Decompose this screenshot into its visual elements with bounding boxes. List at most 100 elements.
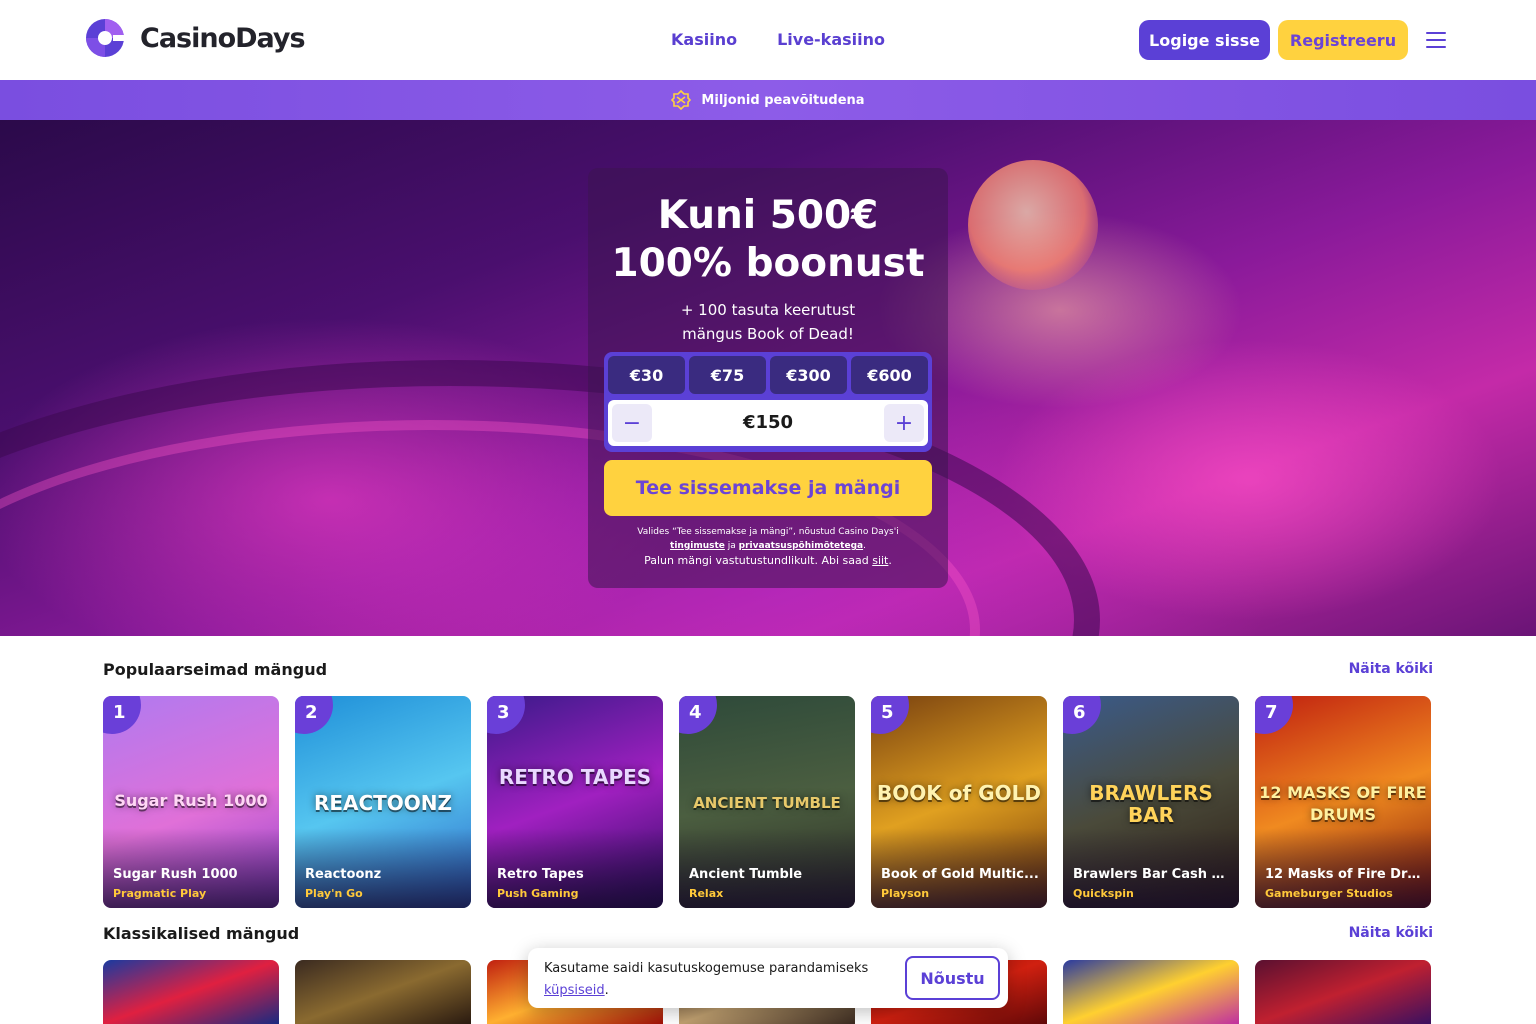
cookie-link[interactable]: küpsiseid	[544, 983, 605, 998]
nav-link-casino[interactable]: Kasiino	[671, 30, 737, 49]
classic-see-all-link[interactable]: Näita kõiki	[1349, 925, 1433, 941]
popular-games-row: Sugar Rush 1000 1 Sugar Rush 1000 Pragma…	[103, 696, 1431, 908]
game-thumbnail[interactable]	[103, 960, 279, 1024]
bonus-subtitle-line1: + 100 tasuta keerutust	[680, 301, 856, 319]
rank-number: 6	[1073, 702, 1086, 723]
game-name: Sugar Rush 1000	[113, 867, 238, 882]
menu-line	[1426, 32, 1446, 34]
rank-badge: 7	[1255, 696, 1293, 734]
responsible-pre: Palun mängi vastutustundlikult. Abi saad	[644, 554, 869, 567]
rank-number: 4	[689, 702, 702, 723]
logo-icon	[86, 19, 126, 57]
main-nav: Kasiino Live-kasiino	[671, 30, 885, 49]
game-card[interactable]: 12 MASKS OF FIRE DRUMS 7 12 Masks of Fir…	[1255, 696, 1431, 908]
brand-logo[interactable]: CasinoDays	[80, 18, 306, 58]
promo-bar[interactable]: Miljonid peavõitudena	[0, 80, 1536, 120]
bonus-subtitle-line2: mängus Book of Dead!	[682, 325, 854, 343]
game-card[interactable]: REACTOONZ 2 Reactoonz Play'n Go	[295, 696, 471, 908]
popular-games-title: Populaarseimad mängud	[103, 660, 328, 679]
bonus-title-line2: 100% boonust	[611, 241, 925, 286]
game-art-text: RETRO TAPES	[498, 765, 652, 789]
game-provider: Quickspin	[1073, 887, 1134, 900]
rank-badge: 4	[679, 696, 717, 734]
legal-text: Valides “Tee sissemakse ja mängi”, nõust…	[608, 525, 928, 553]
game-name: Retro Tapes	[497, 867, 584, 882]
legal-and: ja	[727, 541, 736, 551]
game-name: Ancient Tumble	[689, 867, 803, 882]
rank-badge: 5	[871, 696, 909, 734]
increase-amount-button[interactable]: +	[884, 404, 924, 442]
game-provider: Pragmatic Play	[113, 887, 207, 900]
game-art-text: BOOK of GOLD	[877, 781, 1041, 805]
rank-badge: 6	[1063, 696, 1101, 734]
responsible-gaming-text: Palun mängi vastutustundlikult. Abi saad…	[608, 554, 928, 567]
game-name: Brawlers Bar Cash C...	[1073, 867, 1231, 882]
game-name: Book of Gold Multic...	[881, 867, 1039, 882]
classic-games-title: Klassikalised mängud	[103, 924, 300, 943]
amount-chips: €30 €75 €300 €600	[608, 356, 928, 394]
menu-line	[1426, 39, 1446, 41]
game-provider: Play'n Go	[305, 887, 363, 900]
menu-line	[1426, 46, 1446, 48]
rank-badge: 3	[487, 696, 525, 734]
cookie-message: Kasutame saidi kasutuskogemuse parandami…	[544, 961, 869, 976]
terms-link[interactable]: tingimuste	[670, 541, 725, 551]
trophy-icon	[671, 90, 692, 110]
amount-value[interactable]: €150	[668, 412, 868, 433]
game-art-text: Sugar Rush 1000	[114, 791, 268, 810]
site-header: CasinoDays Kasiino Live-kasiino Logige s…	[0, 0, 1536, 80]
cookie-banner: Kasutame saidi kasutuskogemuse parandami…	[528, 948, 1008, 1008]
menu-icon[interactable]	[1426, 32, 1446, 48]
deposit-amount-selector: €30 €75 €300 €600 − €150 +	[604, 352, 932, 452]
game-art-text: ANCIENT TUMBLE	[693, 794, 841, 812]
rank-number: 5	[881, 702, 894, 723]
cookie-accept-button[interactable]: Nõustu	[905, 956, 1000, 1000]
privacy-link[interactable]: privaatsuspõhimõtetega	[739, 541, 863, 551]
rank-number: 2	[305, 702, 318, 723]
hero-banner: Kuni 500€ 100% boonust + 100 tasuta keer…	[0, 120, 1536, 636]
register-button[interactable]: Registreeru	[1278, 20, 1408, 60]
amount-chip-30[interactable]: €30	[608, 356, 685, 394]
cookie-text: Kasutame saidi kasutuskogemuse parandami…	[544, 958, 868, 1002]
game-thumbnail[interactable]	[1255, 960, 1431, 1024]
popular-see-all-link[interactable]: Näita kõiki	[1349, 661, 1433, 677]
deposit-and-play-button[interactable]: Tee sissemakse ja mängi	[604, 460, 932, 516]
amount-stepper: − €150 +	[608, 400, 928, 446]
help-link[interactable]: siit	[872, 554, 888, 567]
nav-link-live-casino[interactable]: Live-kasiino	[777, 30, 885, 49]
game-name: Reactoonz	[305, 867, 382, 882]
game-card[interactable]: ANCIENT TUMBLE 4 Ancient Tumble Relax	[679, 696, 855, 908]
game-card[interactable]: BRAWLERS BAR 6 Brawlers Bar Cash C... Qu…	[1063, 696, 1239, 908]
game-name: 12 Masks of Fire Dru...	[1265, 867, 1423, 882]
login-button[interactable]: Logige sisse	[1139, 20, 1270, 60]
game-card[interactable]: RETRO TAPES 3 Retro Tapes Push Gaming	[487, 696, 663, 908]
bonus-subtitle: + 100 tasuta keerutust mängus Book of De…	[588, 298, 948, 346]
brand-name: CasinoDays	[140, 22, 306, 54]
rank-number: 3	[497, 702, 510, 723]
rank-badge: 2	[295, 696, 333, 734]
game-card[interactable]: Sugar Rush 1000 1 Sugar Rush 1000 Pragma…	[103, 696, 279, 908]
rank-number: 1	[113, 702, 126, 723]
game-provider: Gameburger Studios	[1265, 887, 1393, 900]
game-art-text: 12 MASKS OF FIRE DRUMS	[1259, 783, 1427, 824]
promo-text: Miljonid peavõitudena	[701, 92, 865, 108]
game-thumbnail[interactable]	[295, 960, 471, 1024]
game-provider: Push Gaming	[497, 887, 579, 900]
legal-pre: Valides “Tee sissemakse ja mängi”, nõust…	[637, 527, 899, 537]
game-provider: Playson	[881, 887, 930, 900]
responsible-end: .	[888, 554, 892, 567]
bonus-title-line1: Kuni 500€	[657, 193, 879, 238]
amount-chip-600[interactable]: €600	[851, 356, 928, 394]
game-card[interactable]: BOOK of GOLD 5 Book of Gold Multic... Pl…	[871, 696, 1047, 908]
game-thumbnail[interactable]	[1063, 960, 1239, 1024]
game-provider: Relax	[689, 887, 724, 900]
bonus-card: Kuni 500€ 100% boonust + 100 tasuta keer…	[588, 168, 948, 588]
amount-chip-300[interactable]: €300	[770, 356, 847, 394]
decrease-amount-button[interactable]: −	[612, 404, 652, 442]
game-art-text: REACTOONZ	[313, 791, 453, 815]
cookie-end: .	[604, 983, 609, 998]
roulette-ball	[968, 160, 1098, 290]
rank-number: 7	[1265, 702, 1278, 723]
legal-end: .	[863, 541, 866, 551]
amount-chip-75[interactable]: €75	[689, 356, 766, 394]
